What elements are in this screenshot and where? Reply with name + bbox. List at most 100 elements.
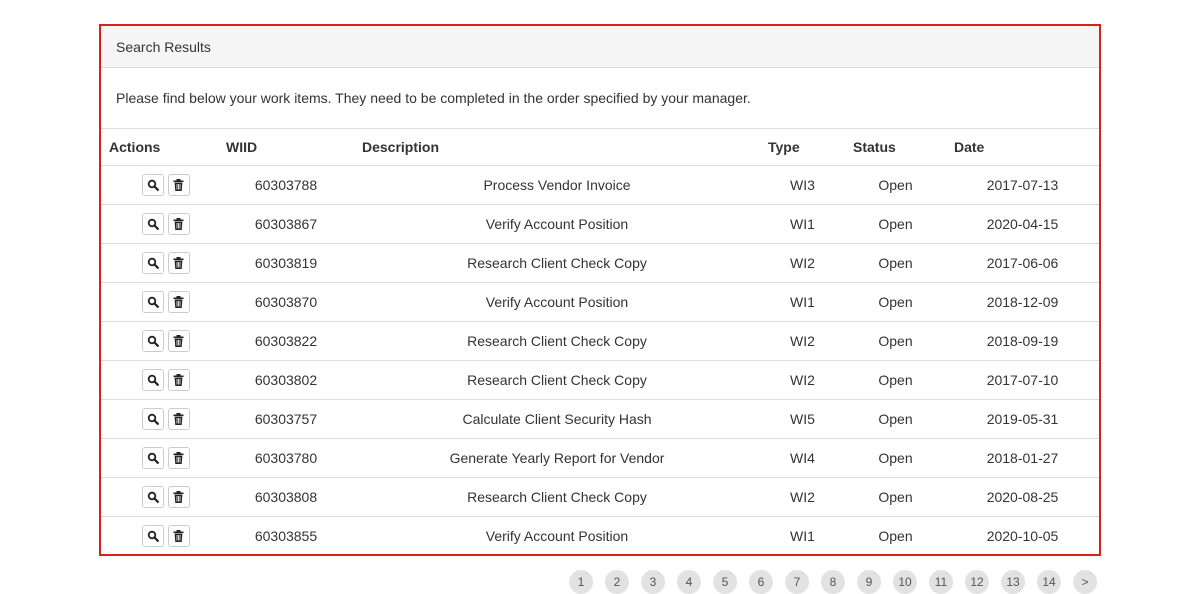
cell-description: Verify Account Position — [485, 528, 629, 544]
page-link-1[interactable]: 1 — [569, 570, 593, 594]
cell-description: Calculate Client Security Hash — [354, 399, 760, 439]
page-link-11[interactable]: 11 — [929, 570, 953, 594]
delete-button[interactable] — [167, 447, 190, 469]
page-link-9[interactable]: 9 — [857, 570, 881, 594]
cell-status: Open — [845, 321, 946, 361]
view-button[interactable] — [141, 213, 164, 235]
cell-status: Open — [845, 438, 946, 478]
cell-wiid: 60303808 — [218, 477, 354, 517]
next-page-link[interactable]: > — [1073, 570, 1097, 594]
page-link-14[interactable]: 14 — [1037, 570, 1061, 594]
view-button[interactable] — [141, 252, 164, 274]
table-row: 60303855 Verify Account Position WI1 Open 20… — [101, 517, 1099, 556]
trash-icon — [173, 218, 184, 230]
cell-status: Open — [845, 360, 946, 400]
cell-description: Process Vendor Invoice — [354, 165, 760, 205]
search-icon — [147, 179, 159, 191]
cell-status: Open — [845, 243, 946, 283]
page-link-3[interactable]: 3 — [641, 570, 665, 594]
delete-button[interactable] — [167, 369, 190, 391]
header-status[interactable]: Status — [845, 129, 946, 166]
view-button[interactable] — [141, 369, 164, 391]
cell-wiid: 60303870 — [218, 282, 354, 322]
trash-icon — [173, 179, 184, 191]
search-icon — [147, 374, 159, 386]
work-items-table: Actions WIID Description Type Status Dat… — [101, 129, 1099, 555]
view-button[interactable] — [141, 408, 164, 430]
header-actions[interactable]: Actions — [101, 129, 218, 166]
row-actions — [101, 399, 218, 439]
cell-description: Verify Account Position — [354, 204, 760, 244]
header-wiid[interactable]: WIID — [218, 129, 354, 166]
trash-icon — [173, 491, 184, 503]
delete-button[interactable] — [167, 174, 190, 196]
table-row: 60303867 Verify Account Position WI1 Open 20… — [101, 204, 1099, 244]
trash-icon — [173, 257, 184, 269]
cell-type: WI5 — [760, 399, 845, 439]
cell-wiid: 60303819 — [218, 243, 354, 283]
view-button[interactable] — [141, 291, 164, 313]
cell-status: Open — [845, 477, 946, 517]
cell-wiid: 60303855 — [254, 528, 318, 544]
cell-date: 2020-08-25 — [946, 477, 1099, 517]
cell-status: Open — [845, 282, 946, 322]
cell-type: WI3 — [760, 165, 845, 205]
view-button[interactable] — [141, 447, 164, 469]
search-icon — [147, 413, 159, 425]
trash-icon — [173, 374, 184, 386]
cell-type: WI2 — [760, 360, 845, 400]
page-link-8[interactable]: 8 — [821, 570, 845, 594]
view-button[interactable] — [141, 486, 164, 508]
page-link-7[interactable]: 7 — [785, 570, 809, 594]
search-icon — [147, 296, 159, 308]
panel-intro: Please find below your work items. They … — [101, 68, 1099, 129]
delete-button[interactable] — [167, 486, 190, 508]
search-icon — [147, 335, 159, 347]
delete-button[interactable] — [167, 213, 190, 235]
page-link-10[interactable]: 10 — [893, 570, 917, 594]
cell-date: 2017-07-10 — [946, 360, 1099, 400]
page-link-12[interactable]: 12 — [965, 570, 989, 594]
page-link-6[interactable]: 6 — [749, 570, 773, 594]
row-actions — [101, 438, 218, 478]
table-header-row: Actions WIID Description Type Status Dat… — [101, 129, 1099, 166]
header-date[interactable]: Date — [946, 129, 1099, 166]
cell-status: Open — [845, 399, 946, 439]
table-row: 60303870 Verify Account Position WI1 Open 20… — [101, 282, 1099, 322]
delete-button[interactable] — [167, 330, 190, 352]
cell-date: 2020-10-05 — [986, 528, 1059, 544]
cell-date: 2018-01-27 — [946, 438, 1099, 478]
page-link-13[interactable]: 13 — [1001, 570, 1025, 594]
search-results-panel: Search Results Please find below your wo… — [99, 24, 1101, 556]
delete-button[interactable] — [167, 408, 190, 430]
cell-description: Verify Account Position — [354, 282, 760, 322]
page-link-2[interactable]: 2 — [605, 570, 629, 594]
row-actions — [101, 517, 218, 556]
table-row: 60303808 Research Client Check Copy WI2 Ope… — [101, 477, 1099, 517]
search-icon — [147, 530, 159, 542]
delete-button[interactable] — [167, 291, 190, 313]
cell-status: Open — [845, 204, 946, 244]
pagination: 1 2 3 4 5 6 7 8 9 10 11 12 13 14 > — [569, 570, 1097, 594]
delete-button[interactable] — [167, 525, 190, 547]
cell-wiid: 60303757 — [218, 399, 354, 439]
cell-wiid: 60303802 — [218, 360, 354, 400]
trash-icon — [173, 296, 184, 308]
view-button[interactable] — [141, 525, 164, 547]
page-link-4[interactable]: 4 — [677, 570, 701, 594]
cell-type: WI2 — [760, 477, 845, 517]
cell-type: WI2 — [760, 321, 845, 361]
row-actions — [101, 243, 218, 283]
cell-description: Research Client Check Copy — [354, 321, 760, 361]
view-button[interactable] — [141, 330, 164, 352]
header-description[interactable]: Description — [354, 129, 760, 166]
cell-description: Research Client Check Copy — [354, 243, 760, 283]
search-icon — [147, 218, 159, 230]
delete-button[interactable] — [167, 252, 190, 274]
view-button[interactable] — [141, 174, 164, 196]
cell-wiid: 60303780 — [218, 438, 354, 478]
page-link-5[interactable]: 5 — [713, 570, 737, 594]
row-actions — [101, 477, 218, 517]
cell-type: WI1 — [760, 204, 845, 244]
header-type[interactable]: Type — [760, 129, 845, 166]
